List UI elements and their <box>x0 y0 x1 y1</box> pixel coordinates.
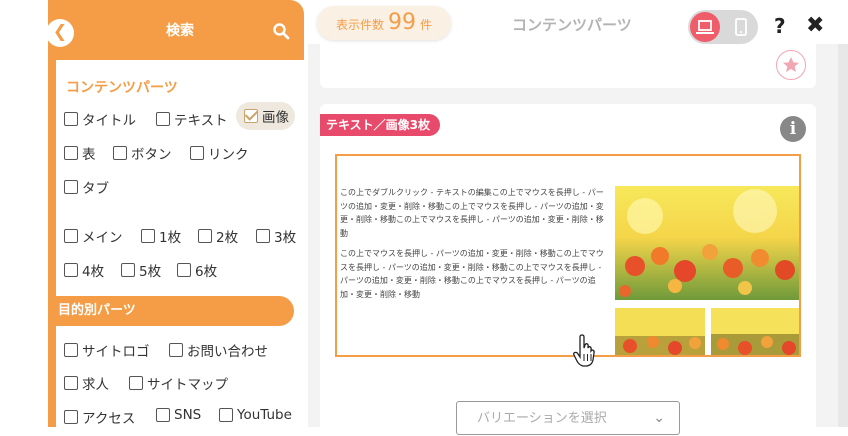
filter-label: SNS <box>174 407 202 423</box>
checkbox[interactable] <box>156 408 170 422</box>
filter-2col[interactable]: 2枚 <box>198 226 238 246</box>
filter-label: サイトマップ <box>147 377 228 393</box>
filter-4col[interactable]: 4枚 <box>64 260 104 280</box>
checkbox[interactable] <box>219 408 233 422</box>
chevron-down-icon: ⌄ <box>653 410 665 426</box>
filter-label: テキスト <box>174 113 228 129</box>
filter-sitemap[interactable]: サイトマップ <box>129 373 228 393</box>
filter-site-logo[interactable]: サイトロゴ <box>64 340 150 360</box>
checkbox[interactable] <box>121 263 135 277</box>
filter-5col[interactable]: 5枚 <box>121 260 161 280</box>
close-icon[interactable]: ✖ <box>806 13 824 38</box>
search-icon[interactable] <box>272 22 290 40</box>
preview-paragraph-2: この上でマウスを長押し - パーツの追加・変更・削除・移動この上でマウスを長押し… <box>340 249 604 299</box>
checkbox[interactable] <box>198 229 212 243</box>
section-title-contents: コンテンツパーツ <box>66 80 178 96</box>
preview-paragraph-1: この上でダブルクリック - テキストの編集この上でマウスを長押し - パーツの追… <box>340 188 604 238</box>
filter-link[interactable]: リンク <box>190 143 249 163</box>
checkbox[interactable] <box>64 343 78 357</box>
result-count-value: 99 <box>388 10 416 35</box>
help-icon[interactable]: ? <box>774 14 786 38</box>
flower-image-small-2 <box>711 308 799 355</box>
result-count: 表示件数 99 件 <box>317 6 451 40</box>
part-type-tag: テキスト／画像3枚 <box>320 114 440 136</box>
filter-title[interactable]: タイトル <box>64 109 136 129</box>
filter-label: 5枚 <box>139 264 162 280</box>
variation-select[interactable]: バリエーションを選択 ⌄ <box>456 401 680 435</box>
checkbox[interactable] <box>113 146 127 160</box>
filter-label: アクセス <box>82 411 136 427</box>
checkbox[interactable] <box>129 376 143 390</box>
filter-image[interactable]: 画像 <box>236 102 295 130</box>
filter-3col[interactable]: 3枚 <box>256 226 296 246</box>
laptop-icon <box>696 20 714 34</box>
filter-label: 2枚 <box>216 230 239 246</box>
favorite-button[interactable] <box>776 50 806 80</box>
checkbox[interactable] <box>64 410 78 424</box>
hand-cursor-icon <box>573 334 595 367</box>
filter-label: 4枚 <box>82 264 105 280</box>
result-count-unit: 件 <box>420 18 433 32</box>
back-button[interactable]: ❮ <box>46 19 74 47</box>
filter-label: 表 <box>82 147 96 163</box>
star-icon <box>783 57 799 72</box>
filter-main[interactable]: メイン <box>64 226 123 246</box>
filter-label: メイン <box>82 230 123 246</box>
filter-recruit[interactable]: 求人 <box>64 373 109 393</box>
filter-label: ボタン <box>131 147 172 163</box>
filter-label: 6枚 <box>195 264 218 280</box>
mobile-view-button[interactable] <box>726 12 756 42</box>
filter-access[interactable]: アクセス <box>64 407 135 427</box>
scrollbar[interactable] <box>838 44 848 427</box>
checkbox[interactable] <box>64 146 78 160</box>
filter-label: 3枚 <box>274 230 297 246</box>
filter-youtube[interactable]: YouTube <box>219 407 292 423</box>
info-icon[interactable]: i <box>780 116 806 142</box>
result-count-label: 表示件数 <box>335 18 384 32</box>
filter-contact[interactable]: お問い合わせ <box>169 340 268 360</box>
device-toggle[interactable] <box>688 10 758 44</box>
checkbox[interactable] <box>169 343 183 357</box>
preview-text: この上でダブルクリック - テキストの編集この上でマウスを長押し - パーツの追… <box>340 186 604 308</box>
filter-table[interactable]: 表 <box>64 143 96 163</box>
filter-label: 求人 <box>82 377 109 393</box>
filter-label: 1枚 <box>159 230 182 246</box>
checkbox[interactable] <box>64 229 78 243</box>
filter-tab[interactable]: タブ <box>64 177 109 197</box>
section-title-purpose: 目的別パーツ <box>48 296 294 326</box>
checkbox[interactable] <box>156 112 170 126</box>
checkbox[interactable] <box>64 263 78 277</box>
filter-label: YouTube <box>237 407 292 423</box>
pc-view-button[interactable] <box>690 12 720 42</box>
previous-card <box>320 44 816 88</box>
flower-image-small-1 <box>615 308 705 355</box>
flower-image-main <box>615 186 799 300</box>
chevron-left-icon: ❮ <box>52 22 68 42</box>
filter-label: タイトル <box>82 113 136 129</box>
mobile-icon <box>735 18 747 36</box>
filter-text[interactable]: テキスト <box>156 109 228 129</box>
filter-label: リンク <box>208 147 249 163</box>
checkbox[interactable] <box>64 112 78 126</box>
filter-6col[interactable]: 6枚 <box>177 260 217 280</box>
filter-label: サイトロゴ <box>82 344 150 360</box>
filter-1col[interactable]: 1枚 <box>141 226 181 246</box>
filter-button[interactable]: ボタン <box>113 143 172 163</box>
sidebar-title: 検索 <box>166 23 194 39</box>
checkbox[interactable] <box>141 229 155 243</box>
checkbox[interactable] <box>256 229 270 243</box>
checkbox[interactable] <box>64 180 78 194</box>
filter-label: タブ <box>82 181 109 197</box>
filter-label: 画像 <box>262 110 289 126</box>
filter-sns[interactable]: SNS <box>156 407 201 423</box>
checkbox[interactable] <box>177 263 191 277</box>
checkbox-checked[interactable] <box>244 109 258 123</box>
checkbox[interactable] <box>64 376 78 390</box>
variation-placeholder: バリエーションを選択 <box>477 411 607 426</box>
page-title: コンテンツパーツ <box>512 16 632 34</box>
checkbox[interactable] <box>190 146 204 160</box>
part-preview[interactable]: この上でダブルクリック - テキストの編集この上でマウスを長押し - パーツの追… <box>335 154 801 357</box>
filter-label: お問い合わせ <box>187 344 268 360</box>
